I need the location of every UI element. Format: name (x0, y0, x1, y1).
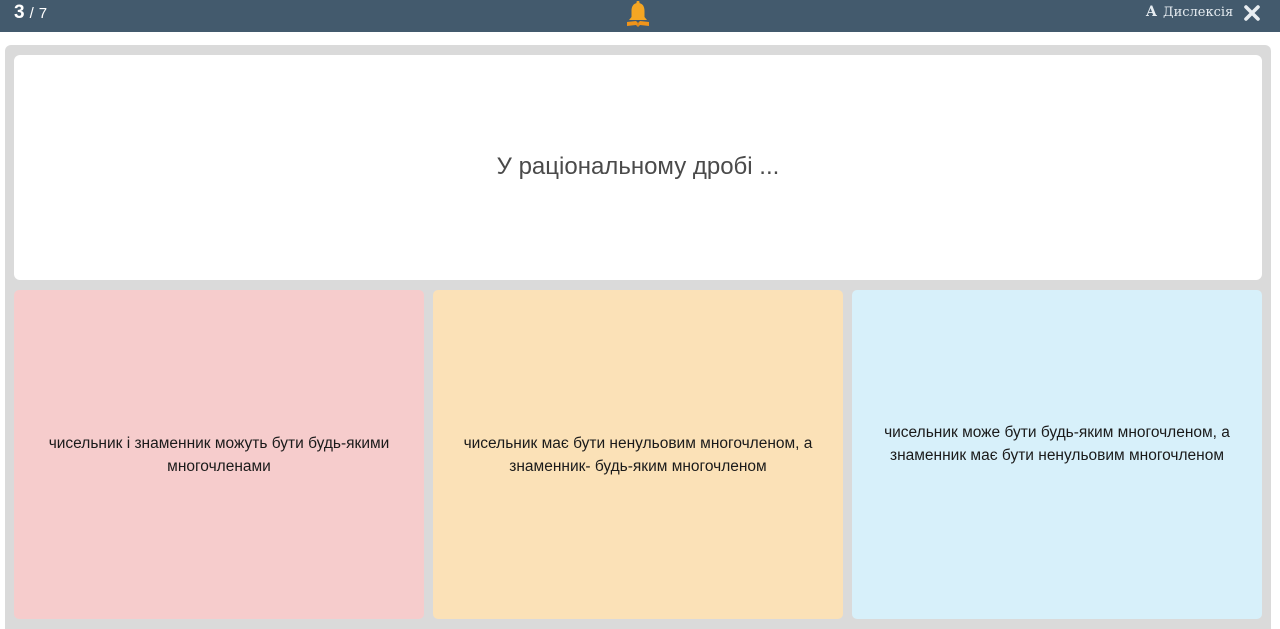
question-card: У раціональному дробі ... (14, 55, 1262, 280)
total-questions-number: 7 (38, 5, 48, 22)
bell-icon (627, 1, 649, 27)
top-bar: 3 / 7 A Дислексія (0, 0, 1280, 32)
question-text: У раціональному дробі ... (496, 152, 780, 180)
answer-text: чисельник і знаменник можуть бути будь-я… (48, 434, 390, 475)
question-counter: 3 / 7 (14, 2, 47, 24)
answer-option-1[interactable]: чисельник і знаменник можуть бути будь-я… (14, 290, 424, 619)
answer-text: чисельник може бути будь-яким многочлено… (884, 423, 1230, 464)
counter-separator: / (29, 5, 34, 22)
answer-option-3[interactable]: чисельник може бути будь-яким многочлено… (852, 290, 1262, 619)
dyslexia-label: Дислексія (1163, 5, 1234, 20)
dyslexia-toggle[interactable]: A Дислексія (1146, 4, 1233, 21)
current-question-number: 3 (14, 2, 25, 23)
answer-option-2[interactable]: чисельник має бути ненульовим многочлено… (433, 290, 843, 619)
font-a-icon: A (1146, 4, 1157, 20)
answer-text: чисельник має бути ненульовим многочлено… (463, 434, 813, 475)
close-icon[interactable] (1242, 3, 1262, 23)
